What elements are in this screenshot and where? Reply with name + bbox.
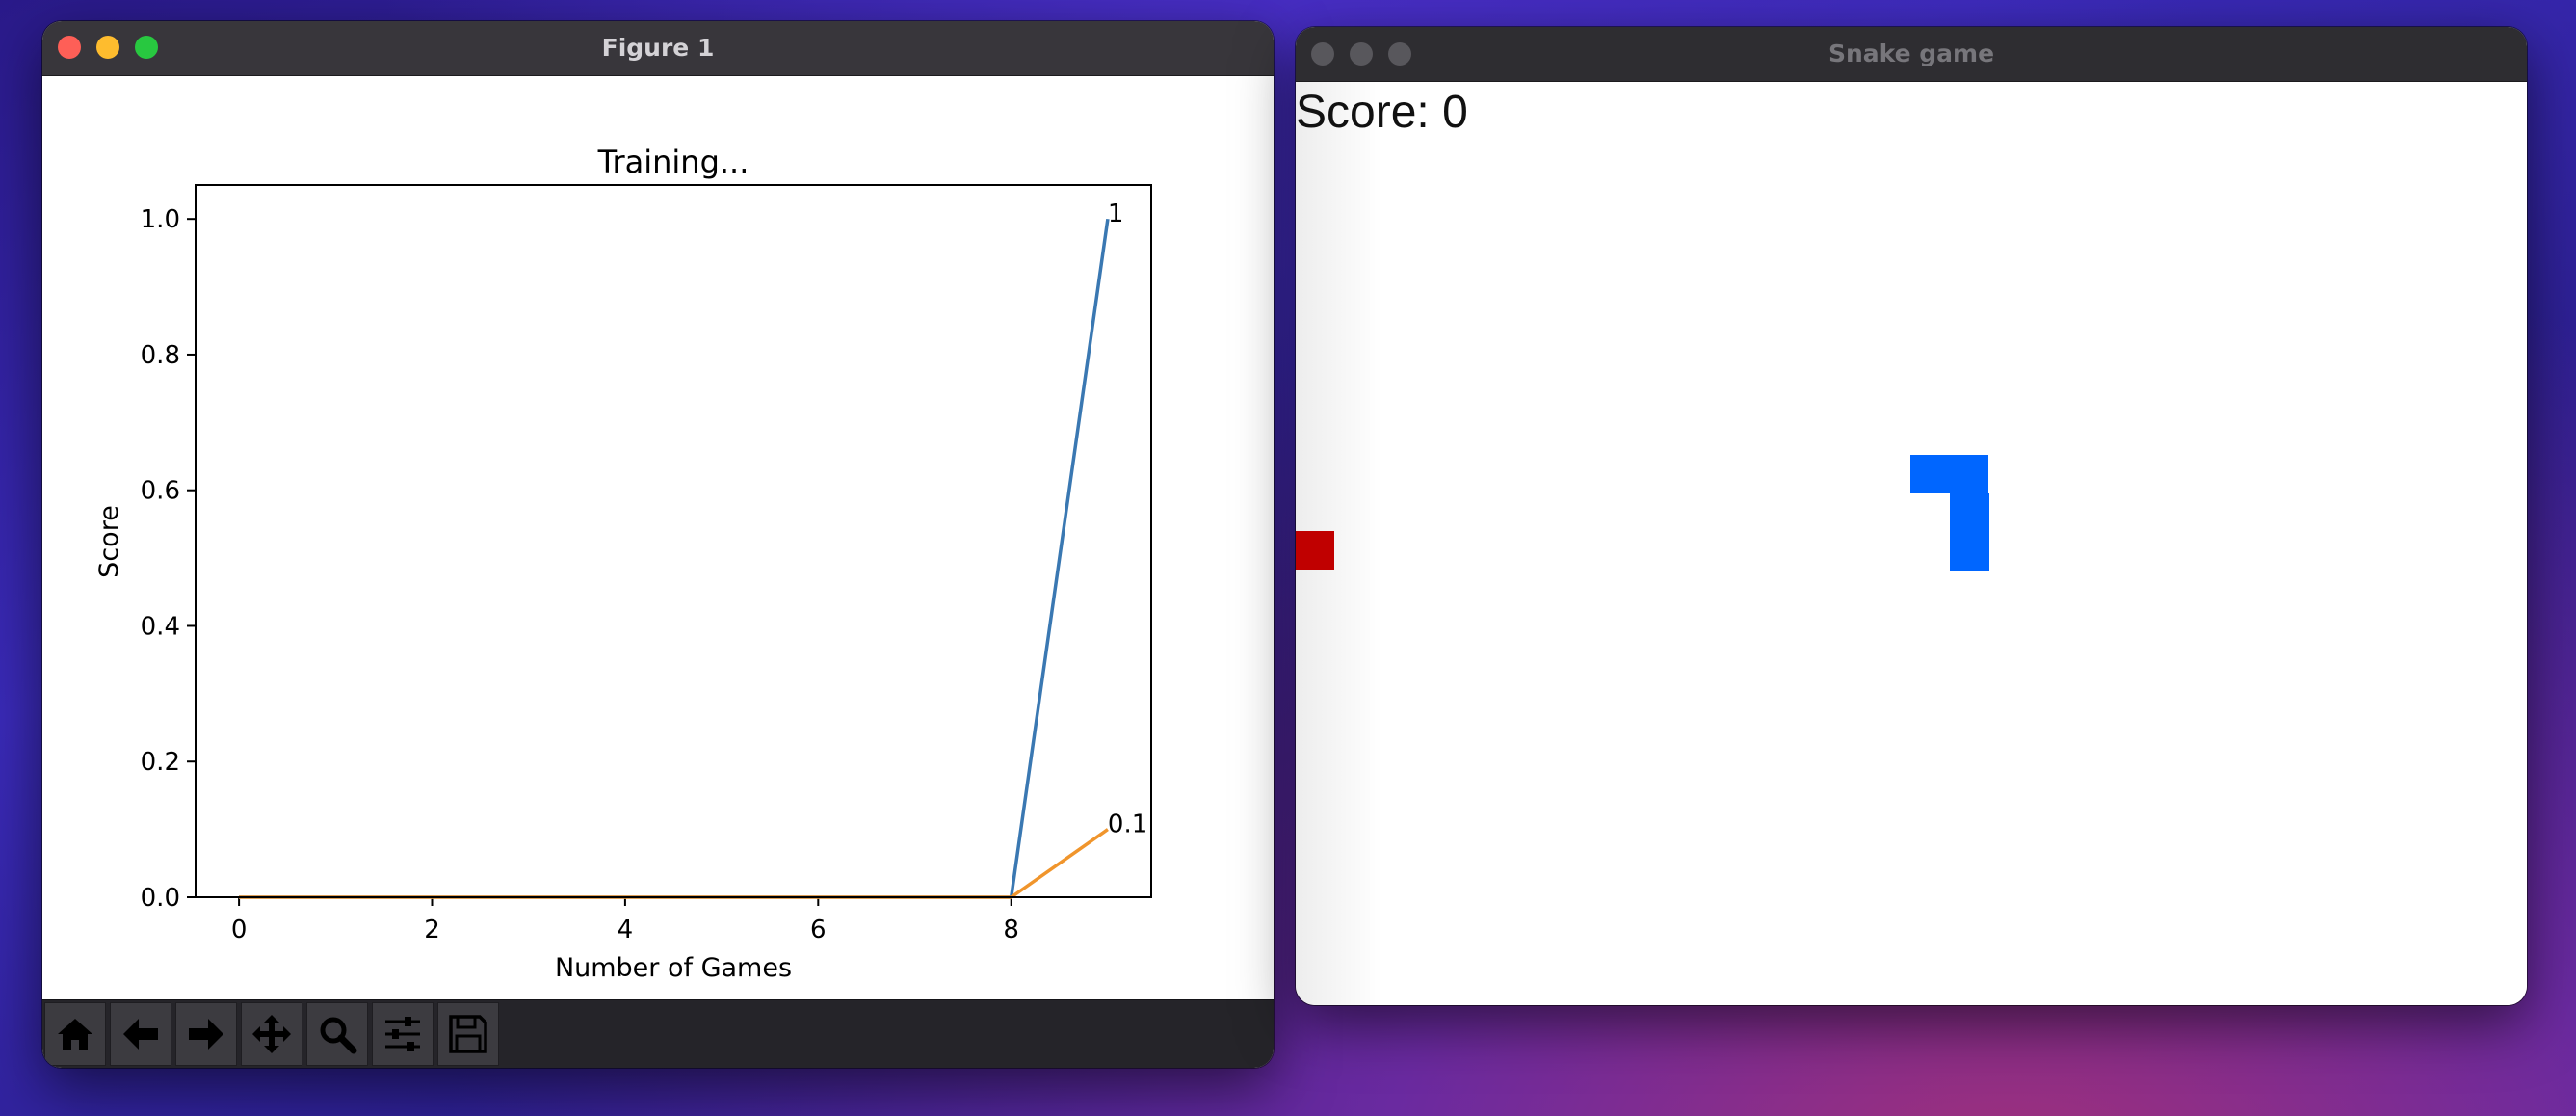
navigation-toolbar xyxy=(42,999,1274,1068)
x-tick-label: 4 xyxy=(618,916,634,944)
food-block xyxy=(1296,531,1334,570)
series-line-2 xyxy=(239,828,1109,899)
series-end-label: 0.1 xyxy=(1108,810,1147,839)
configure-subplots-button[interactable] xyxy=(372,1002,434,1066)
forward-button[interactable] xyxy=(175,1002,237,1066)
score-label: Score: 0 xyxy=(1296,87,1468,138)
x-tick-label: 8 xyxy=(1003,916,1019,944)
back-button[interactable] xyxy=(110,1002,171,1066)
snake-titlebar[interactable]: Snake game xyxy=(1296,27,2527,82)
x-tick-label: 2 xyxy=(424,916,440,944)
y-tick-label: 0.6 xyxy=(141,477,180,506)
x-tick-label: 6 xyxy=(810,916,827,944)
y-tick-label: 0.8 xyxy=(141,341,180,370)
chart-title: Training... xyxy=(597,144,749,180)
snake-segment xyxy=(1950,493,1989,571)
training-chart: Training... 0.0 0.2 0.4 0.6 0.8 1.0 0 2 4 6 8 1 0.… xyxy=(94,144,1152,983)
y-axis-label: Score xyxy=(94,505,124,578)
arrow-left-icon xyxy=(123,1019,158,1050)
figure-window: Figure 1 Training... 0.0 0.2 0.4 0.6 0.8 1.0 … xyxy=(42,21,1274,1068)
window-title: Snake game xyxy=(1827,40,1995,67)
pan-button[interactable] xyxy=(241,1002,302,1066)
axes-frame xyxy=(195,184,1152,898)
zoom-button[interactable] xyxy=(306,1002,368,1066)
window-title: Figure 1 xyxy=(601,34,715,62)
x-tick-label: 0 xyxy=(231,916,248,944)
plot-canvas[interactable]: Training... 0.0 0.2 0.4 0.6 0.8 1.0 0 2 4 6 8 1 0.… xyxy=(42,76,1274,1001)
y-tick-label: 0.0 xyxy=(141,884,180,913)
move-icon xyxy=(252,1015,291,1053)
home-icon xyxy=(58,1019,92,1050)
save-button[interactable] xyxy=(437,1002,499,1066)
y-tick-label: 1.0 xyxy=(141,205,180,234)
floppy-disk-icon xyxy=(449,1015,487,1053)
figure-titlebar[interactable]: Figure 1 xyxy=(42,21,1274,76)
y-tick-label: 0.2 xyxy=(141,748,180,777)
home-button[interactable] xyxy=(44,1002,106,1066)
snake-game-window: Snake game Score: 0 xyxy=(1296,27,2527,1005)
game-canvas[interactable]: Score: 0 xyxy=(1296,82,2527,1005)
arrow-right-icon xyxy=(189,1019,223,1050)
series-line-1 xyxy=(239,218,1110,899)
y-tick-label: 0.4 xyxy=(141,612,180,641)
magnifier-icon xyxy=(320,1017,357,1054)
snake-segment xyxy=(1910,455,1988,493)
x-axis-label: Number of Games xyxy=(555,953,792,983)
series-end-label: 1 xyxy=(1108,199,1124,228)
sliders-icon xyxy=(385,1017,420,1051)
